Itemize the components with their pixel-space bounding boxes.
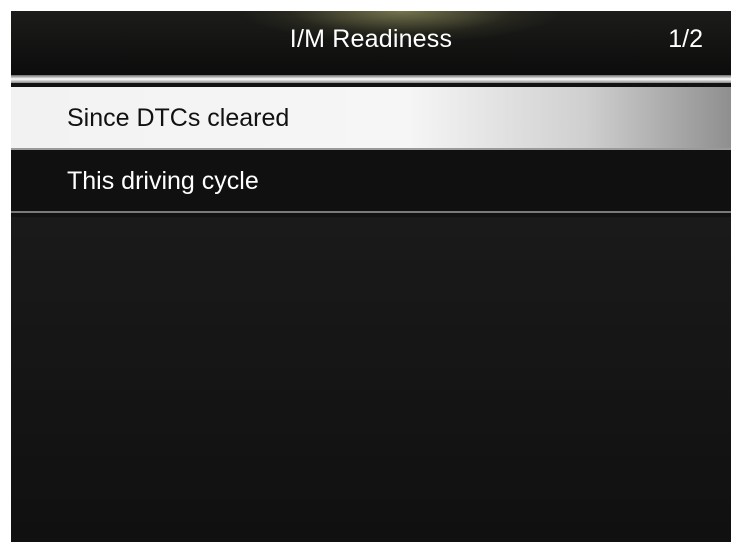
empty-content-area <box>11 217 731 542</box>
page-title: I/M Readiness <box>289 25 453 53</box>
header-bar: I/M Readiness 1/2 <box>11 11 731 75</box>
menu-item-this-driving-cycle[interactable]: This driving cycle <box>11 150 731 213</box>
readiness-menu: Since DTCs cleared This driving cycle <box>11 87 731 213</box>
menu-item-label: Since DTCs cleared <box>67 104 290 132</box>
menu-item-since-dtcs-cleared[interactable]: Since DTCs cleared <box>11 87 731 150</box>
page-indicator: 1/2 <box>668 25 703 53</box>
menu-item-label: This driving cycle <box>67 167 259 195</box>
header-divider <box>11 75 731 83</box>
scan-tool-screen: I/M Readiness 1/2 Since DTCs cleared Thi… <box>11 11 731 542</box>
